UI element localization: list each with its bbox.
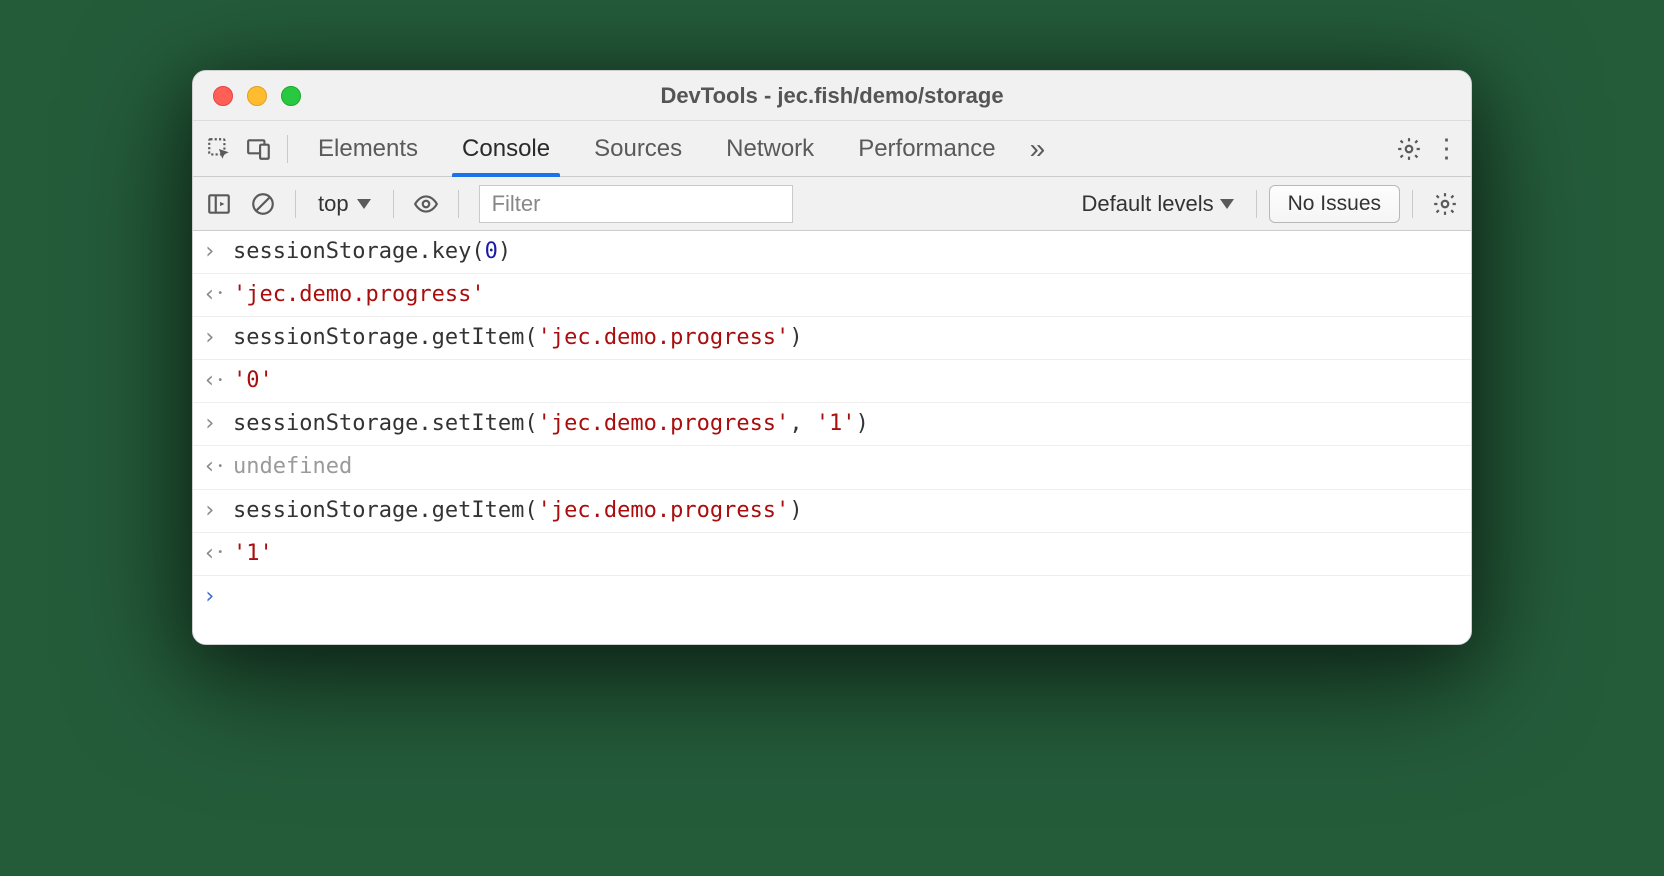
console-output-text: '1' <box>233 537 1461 571</box>
maximize-window-button[interactable] <box>281 86 301 106</box>
device-toolbar-icon[interactable] <box>239 129 279 169</box>
input-chevron-icon: › <box>203 407 233 441</box>
console-toolbar: top Default levels No Issues <box>193 177 1471 231</box>
console-settings-gear-icon[interactable] <box>1425 184 1465 224</box>
console-input-text: sessionStorage.getItem('jec.demo.progres… <box>233 494 1461 528</box>
console-row: ‹• 'jec.demo.progress' <box>193 274 1471 317</box>
input-chevron-icon: › <box>203 321 233 355</box>
clear-console-icon[interactable] <box>243 184 283 224</box>
dropdown-triangle-icon <box>1220 199 1234 209</box>
console-row: ‹• '0' <box>193 360 1471 403</box>
console-output-text: 'jec.demo.progress' <box>233 278 1461 312</box>
tab-sources[interactable]: Sources <box>572 121 704 177</box>
console-output-text: '0' <box>233 364 1461 398</box>
issues-button[interactable]: No Issues <box>1269 185 1400 223</box>
divider <box>1412 190 1413 218</box>
input-chevron-icon: › <box>203 235 233 269</box>
divider <box>458 190 459 218</box>
console-prompt-row[interactable]: › <box>193 576 1471 644</box>
devtools-window: DevTools - jec.fish/demo/storage Element… <box>192 70 1472 645</box>
traffic-lights <box>193 86 301 106</box>
toggle-sidebar-icon[interactable] <box>199 184 239 224</box>
titlebar: DevTools - jec.fish/demo/storage <box>193 71 1471 121</box>
console-input-text: sessionStorage.getItem('jec.demo.progres… <box>233 321 1461 355</box>
close-window-button[interactable] <box>213 86 233 106</box>
more-menu-button[interactable]: ⋮ <box>1429 133 1465 164</box>
divider <box>295 190 296 218</box>
output-chevron-icon: ‹• <box>203 278 233 312</box>
console-input-text: sessionStorage.setItem('jec.demo.progres… <box>233 407 1461 441</box>
console-row: ‹• '1' <box>193 533 1471 576</box>
execution-context-select[interactable]: top <box>308 191 381 217</box>
inspect-element-icon[interactable] <box>199 129 239 169</box>
console-row: › sessionStorage.setItem('jec.demo.progr… <box>193 403 1471 446</box>
console-output-text: undefined <box>233 450 1461 484</box>
console-row: ‹• undefined <box>193 446 1471 489</box>
console-row: › sessionStorage.getItem('jec.demo.progr… <box>193 317 1471 360</box>
console-input-text: sessionStorage.key(0) <box>233 235 1461 269</box>
divider <box>393 190 394 218</box>
live-expression-eye-icon[interactable] <box>406 184 446 224</box>
tab-network[interactable]: Network <box>704 121 836 177</box>
console-row: › sessionStorage.getItem('jec.demo.progr… <box>193 490 1471 533</box>
tab-overflow-button[interactable]: » <box>1018 133 1058 165</box>
context-label: top <box>318 191 349 217</box>
minimize-window-button[interactable] <box>247 86 267 106</box>
levels-label: Default levels <box>1082 191 1214 217</box>
input-chevron-icon: › <box>203 494 233 528</box>
tab-elements[interactable]: Elements <box>296 121 440 177</box>
divider <box>287 135 288 163</box>
console-row: › sessionStorage.key(0) <box>193 231 1471 274</box>
tab-performance[interactable]: Performance <box>836 121 1017 177</box>
output-chevron-icon: ‹• <box>203 450 233 484</box>
output-chevron-icon: ‹• <box>203 364 233 398</box>
divider <box>1256 190 1257 218</box>
output-chevron-icon: ‹• <box>203 537 233 571</box>
console-output[interactable]: › sessionStorage.key(0) ‹• 'jec.demo.pro… <box>193 231 1471 644</box>
settings-gear-icon[interactable] <box>1389 129 1429 169</box>
tabstrip: Elements Console Sources Network Perform… <box>193 121 1471 177</box>
window-title: DevTools - jec.fish/demo/storage <box>193 83 1471 109</box>
tab-console[interactable]: Console <box>440 121 572 177</box>
filter-input[interactable] <box>479 185 793 223</box>
dropdown-triangle-icon <box>357 199 371 209</box>
log-levels-select[interactable]: Default levels <box>1072 191 1244 217</box>
prompt-chevron-icon: › <box>203 580 233 614</box>
